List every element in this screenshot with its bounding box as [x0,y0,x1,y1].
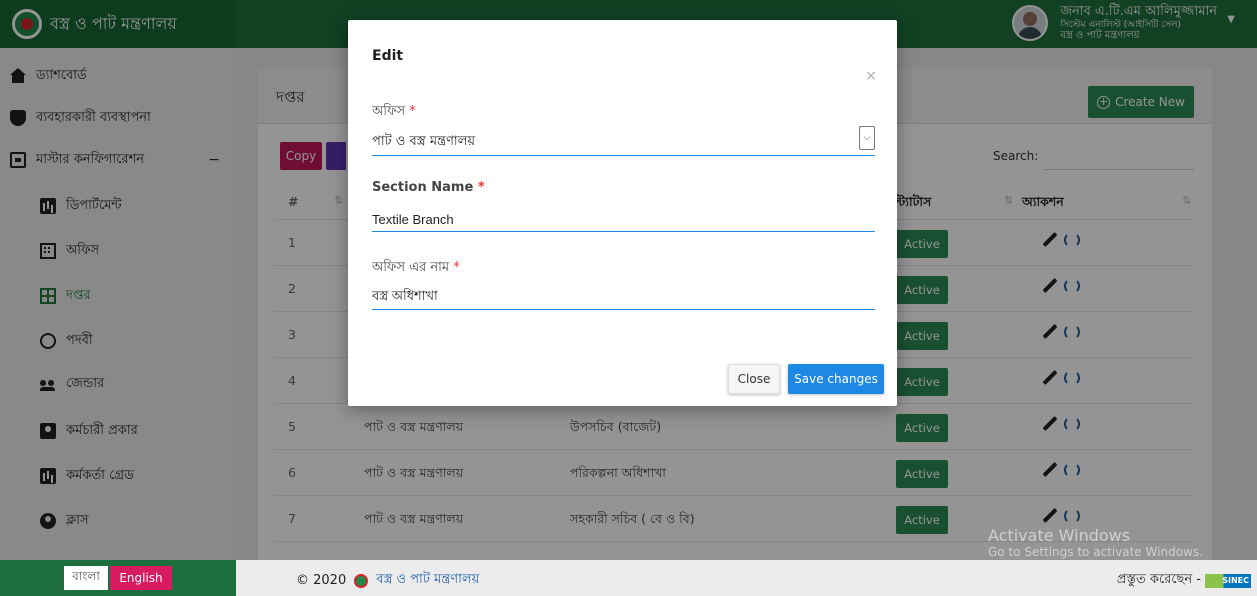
office-select[interactable]: পাট ও বস্ত্র মন্ত্রণালয় [372,126,875,156]
vendor-logo-icon[interactable]: SINEC [1205,573,1251,588]
section-name-label: Section Name * [372,180,485,195]
office-name-label: অফিস এর নাম * [372,260,460,275]
save-changes-button[interactable]: Save changes [788,364,884,394]
footer-org-link[interactable]: বস্ত্র ও পাট মন্ত্রণালয় [376,570,479,591]
government-logo-icon [354,573,369,588]
copyright: © 2020 বস্ত্র ও পাট মন্ত্রণালয় [296,570,479,591]
close-icon[interactable]: × [865,68,877,84]
language-english-button[interactable]: English [110,566,172,590]
language-bangla-button[interactable]: বাংলা [64,566,108,590]
office-field-label: অফিস * [372,104,416,119]
office-name-input[interactable] [372,282,875,310]
language-switcher: বাংলা English [0,560,236,596]
section-name-input[interactable] [372,204,875,232]
modal-title: Edit [372,48,404,64]
close-button[interactable]: Close [728,364,780,394]
made-by: প্রস্তুত করেছেন - SINEC [1116,572,1251,588]
chevron-down-icon[interactable]: ⌵ [859,126,875,150]
activation-watermark: Activate Windows Go to Settings to activ… [988,526,1203,559]
footer: বাংলা English © 2020 বস্ত্র ও পাট মন্ত্র… [0,560,1257,596]
edit-modal: Edit × অফিস * পাট ও বস্ত্র মন্ত্রণালয় ⌵… [348,20,897,406]
